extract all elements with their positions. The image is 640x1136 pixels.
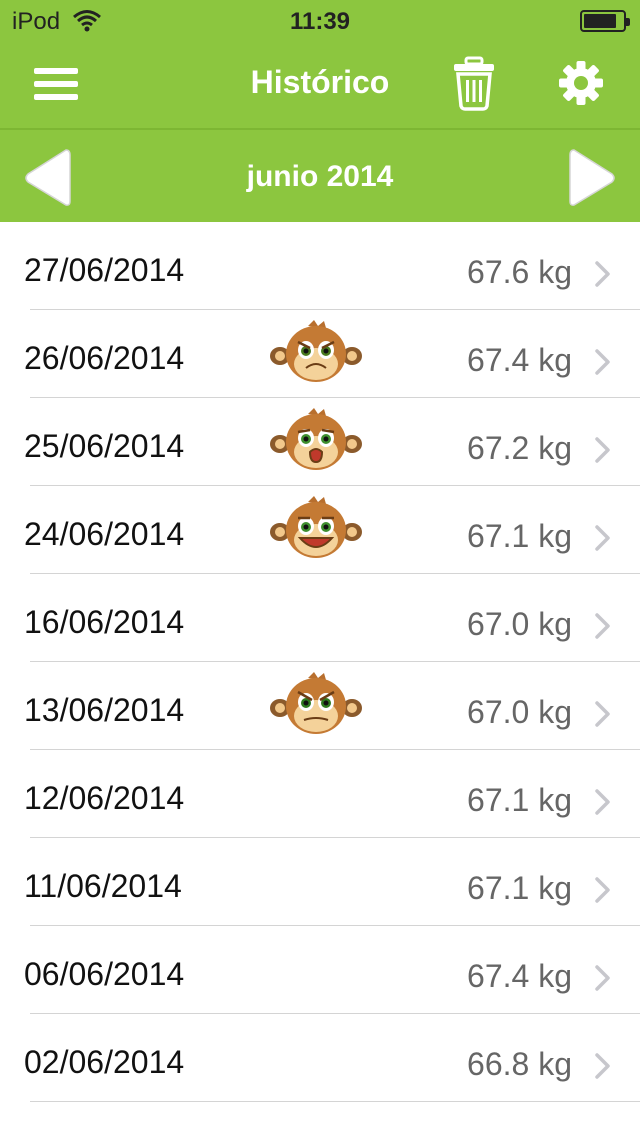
entry-weight: 67.6 kg [467,254,572,290]
navigation-bar: Histórico [0,40,640,128]
history-row[interactable]: 16/06/2014 67.0 kg [0,574,640,662]
monkey-face-icon [270,672,362,740]
current-month-label: junio 2014 [246,160,394,193]
settings-button[interactable] [556,58,606,108]
history-row[interactable]: 11/06/2014 67.1 kg [0,838,640,926]
chevron-right-icon [594,436,612,464]
entry-weight: 67.1 kg [467,518,572,554]
chevron-right-icon [594,524,612,552]
entry-date: 27/06/2014 [24,252,185,288]
history-row[interactable]: 24/06/2014 67.1 kg [0,486,640,574]
entry-weight: 67.1 kg [467,870,572,906]
clock: 11:39 [289,8,351,35]
history-row[interactable]: 02/06/2014 66.8 kg [0,1014,640,1102]
entry-weight: 67.4 kg [467,958,572,994]
entry-date: 26/06/2014 [24,340,185,376]
entry-weight: 67.2 kg [467,430,572,466]
entry-date: 24/06/2014 [24,516,185,552]
chevron-right-icon [594,348,612,376]
history-row[interactable]: 06/06/2014 67.4 kg [0,926,640,1014]
chevron-right-icon [594,964,612,992]
trash-icon [454,56,494,111]
monkey-face-icon [270,496,362,564]
entry-date: 06/06/2014 [24,956,185,992]
entry-weight: 67.1 kg [467,782,572,818]
entry-date: 13/06/2014 [24,692,185,728]
arrow-right-icon [569,149,615,206]
entry-weight: 67.0 kg [467,694,572,730]
history-row[interactable]: 12/06/2014 67.1 kg [0,750,640,838]
entry-weight: 67.0 kg [467,606,572,642]
month-selector: junio 2014 [0,128,640,222]
page-title: Histórico [250,64,390,100]
chevron-right-icon [594,700,612,728]
entry-date: 02/06/2014 [24,1044,185,1080]
history-row[interactable]: 27/06/2014 67.6 kg [0,222,640,310]
history-row[interactable]: 25/06/2014 67.2 kg [0,398,640,486]
delete-button[interactable] [448,54,500,112]
row-separator [30,1101,640,1102]
top-bar: iPod 11:39 Histórico [0,0,640,128]
monkey-face-icon [270,320,362,388]
next-month-button[interactable] [564,146,620,210]
entry-date: 25/06/2014 [24,428,185,464]
entry-date: 12/06/2014 [24,780,185,816]
entry-date: 11/06/2014 [24,868,182,904]
status-bar: iPod 11:39 [0,0,640,40]
entry-weight: 66.8 kg [467,1046,572,1082]
history-row[interactable]: 13/06/2014 67.0 kg [0,662,640,750]
chevron-right-icon [594,788,612,816]
battery-icon [580,10,630,32]
history-list: 27/06/2014 67.6 kg 26/06/2014 67.4 kg 25/06/… [0,222,640,1102]
chevron-right-icon [594,260,612,288]
chevron-right-icon [594,1052,612,1080]
history-row[interactable]: 26/06/2014 67.4 kg [0,310,640,398]
chevron-right-icon [594,876,612,904]
chevron-right-icon [594,612,612,640]
gear-icon [559,61,603,105]
entry-date: 16/06/2014 [24,604,185,640]
entry-weight: 67.4 kg [467,342,572,378]
monkey-face-icon [270,408,362,476]
